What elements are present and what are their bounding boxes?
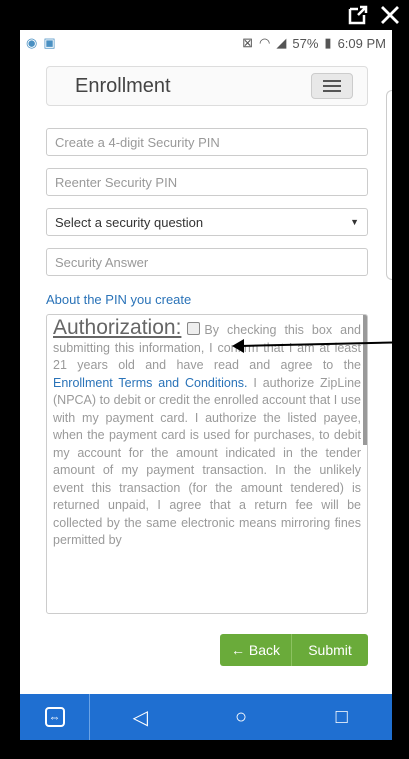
- authorization-text: Authorization: By checking this box and s…: [53, 316, 361, 550]
- scrollbar[interactable]: [363, 315, 367, 445]
- android-nav-bar: ⇔ ◁ ○ □: [20, 694, 392, 740]
- hamburger-menu-button[interactable]: [311, 73, 353, 99]
- security-question-select[interactable]: Select a security question ▼: [46, 208, 368, 236]
- about-pin-link[interactable]: About the PIN you create: [46, 292, 191, 307]
- page-title: Enrollment: [75, 74, 171, 97]
- authorization-heading: Authorization:: [53, 316, 182, 339]
- security-pin-input[interactable]: Create a 4-digit Security PIN: [46, 128, 368, 156]
- terms-link[interactable]: Enrollment Terms and Conditions.: [53, 376, 248, 390]
- side-panel-edge[interactable]: [386, 90, 392, 280]
- battery-percent: 57%: [292, 35, 319, 51]
- security-pin-placeholder: Create a 4-digit Security PIN: [55, 134, 220, 150]
- menu-bar: [323, 90, 341, 92]
- nfc-icon: ⊠: [242, 35, 254, 50]
- agree-checkbox[interactable]: [187, 322, 201, 335]
- external-link-icon[interactable]: [347, 4, 369, 26]
- security-answer-input[interactable]: Security Answer: [46, 248, 368, 276]
- circle-home-icon: ○: [234, 705, 248, 728]
- nav-back-button[interactable]: ◁: [90, 705, 191, 730]
- reenter-pin-placeholder: Reenter Security PIN: [55, 174, 178, 190]
- remote-app-button[interactable]: ⇔: [20, 694, 90, 740]
- form-buttons: ← Back Submit: [220, 634, 368, 666]
- authorization-text-2: I authorize ZipLine (NPCA) to debit or c…: [53, 375, 361, 548]
- wifi-icon: ◠: [259, 35, 271, 50]
- chevron-down-icon: ▼: [350, 217, 359, 227]
- submit-button[interactable]: Submit: [292, 634, 368, 666]
- square-recents-icon: □: [335, 705, 348, 728]
- back-button[interactable]: ← Back: [220, 634, 292, 666]
- window-controls: [347, 4, 401, 26]
- triangle-back-icon: ◁: [132, 706, 149, 729]
- nav-recents-button[interactable]: □: [291, 706, 392, 729]
- menu-bar: [323, 80, 341, 82]
- reenter-pin-input[interactable]: Reenter Security PIN: [46, 168, 368, 196]
- clock: 6:09 PM: [337, 35, 386, 51]
- close-icon[interactable]: [379, 4, 401, 26]
- signal-icon: ◢: [276, 35, 287, 50]
- battery-icon: ▮: [324, 35, 332, 50]
- phone-screen: ◉ ▣ ⊠ ◠ ◢ 57% ▮ 6:09 PM Enrollment Creat…: [20, 30, 392, 740]
- header: Enrollment: [46, 66, 368, 106]
- nav-home-button[interactable]: ○: [191, 706, 292, 729]
- menu-bar: [323, 85, 341, 87]
- status-bar: ◉ ▣ ⊠ ◠ ◢ 57% ▮ 6:09 PM: [20, 30, 392, 56]
- eye-icon: ◉: [26, 35, 38, 50]
- security-question-value: Select a security question: [55, 214, 204, 230]
- security-answer-placeholder: Security Answer: [55, 254, 149, 270]
- image-icon: ▣: [43, 35, 56, 50]
- authorization-box[interactable]: Authorization: By checking this box and s…: [46, 314, 368, 614]
- swap-icon: ⇔: [44, 707, 65, 727]
